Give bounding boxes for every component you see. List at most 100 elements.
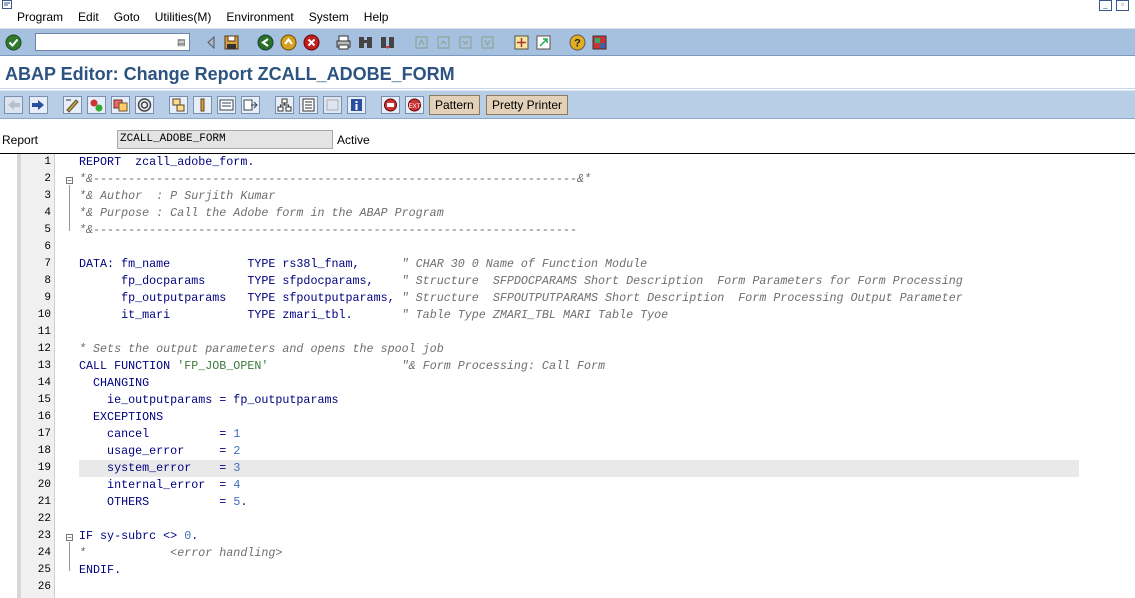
code-text[interactable]: DATA: fm_name TYPE rs38l_fnam, " CHAR 30… [79,256,1079,273]
check-syntax-icon[interactable] [111,96,130,114]
customize-layout-icon[interactable] [591,34,608,51]
code-text[interactable]: cancel = 1 [79,426,1079,443]
code-text[interactable] [79,324,1079,341]
display-change-icon[interactable] [63,96,82,114]
code-line[interactable]: 13 CALL FUNCTION 'FP_JOB_OPEN' "& Form Pr… [0,358,1135,375]
code-line[interactable]: 14 CHANGING [0,375,1135,392]
enter-check-icon[interactable] [5,34,22,51]
code-text[interactable]: *& Author : P Surjith Kumar [79,188,1079,205]
command-input[interactable] [36,34,177,50]
code-line[interactable]: 19 system_error = 3 [0,460,1135,477]
code-text[interactable]: ENDIF. [79,562,1079,579]
shortcut-icon[interactable] [535,34,552,51]
display-object-list-icon[interactable] [299,96,318,114]
code-line[interactable]: 1 REPORT zcall_adobe_form. [0,154,1135,171]
code-text[interactable]: it_mari TYPE zmari_tbl. " Table Type ZMA… [79,307,1079,324]
code-line[interactable]: 21 OTHERS = 5. [0,494,1135,511]
active-inactive-icon[interactable] [87,96,106,114]
code-line[interactable]: 8 fp_docparams TYPE sfpdocparams, " Stru… [0,273,1135,290]
code-line[interactable]: 18 usage_error = 2 [0,443,1135,460]
menu-edit[interactable]: Edit [78,10,99,24]
find-icon[interactable] [357,34,374,51]
save-icon[interactable] [223,34,240,51]
code-line[interactable]: 17 cancel = 1 [0,426,1135,443]
code-line[interactable]: 15 ie_outputparams = fp_outputparams [0,392,1135,409]
code-line[interactable]: 4 *& Purpose : Call the Adobe form in the… [0,205,1135,222]
restore-icon[interactable]: ▫ [1116,0,1129,11]
code-line[interactable]: 6 [0,239,1135,256]
command-field[interactable]: ▤ [35,33,190,51]
code-line[interactable]: 24 * <error handling> [0,545,1135,562]
menu-utilities[interactable]: Utilities(M) [155,10,212,24]
fold-toggle-icon[interactable]: − [66,534,73,542]
code-line[interactable]: 10 it_mari TYPE zmari_tbl. " Table Type … [0,307,1135,324]
set-breakpoint-icon[interactable] [381,96,400,114]
code-editor[interactable]: 1 REPORT zcall_adobe_form. 2 *&------------… [0,154,1135,598]
where-used-list-icon[interactable] [169,96,188,114]
code-text[interactable]: EXCEPTIONS [79,409,1079,426]
menu-goto[interactable]: Goto [114,10,140,24]
back-arrow-icon[interactable] [4,96,23,114]
navigation-window-icon[interactable] [217,96,236,114]
exit-icon[interactable] [280,34,297,51]
code-line[interactable]: 26 [0,579,1135,596]
enhance-icon[interactable] [241,96,260,114]
external-breakpoint-icon[interactable]: EXT [405,96,424,114]
code-line[interactable]: 16 EXCEPTIONS [0,409,1135,426]
info-icon[interactable] [347,96,366,114]
code-line[interactable]: 23 IF sy-subrc <> 0. [0,528,1135,545]
code-text[interactable]: CHANGING [79,375,1079,392]
code-text[interactable] [79,239,1079,256]
code-line[interactable]: 11 [0,324,1135,341]
code-text[interactable] [79,579,1079,596]
code-text[interactable] [79,511,1079,528]
fold-toggle-icon[interactable]: − [66,177,73,185]
code-line[interactable]: 3 *& Author : P Surjith Kumar [0,188,1135,205]
code-text[interactable]: REPORT zcall_adobe_form. [79,154,1079,171]
code-text[interactable]: *&--------------------------------------… [79,222,1079,239]
code-line[interactable]: 9 fp_outputparams TYPE sfpoutputparams, … [0,290,1135,307]
menu-program[interactable]: Program [17,10,63,24]
first-page-icon[interactable] [413,34,430,51]
menu-system[interactable]: System [309,10,349,24]
code-text[interactable]: IF sy-subrc <> 0. [79,528,1079,545]
sap-window-icon[interactable] [2,0,14,10]
previous-page-icon[interactable] [435,34,452,51]
help-icon[interactable]: ? [569,34,586,51]
code-line[interactable]: 22 [0,511,1135,528]
code-text[interactable]: *&--------------------------------------… [79,171,1079,188]
menu-help[interactable]: Help [364,10,389,24]
code-text[interactable]: system_error = 3 [79,460,1079,477]
create-session-icon[interactable] [513,34,530,51]
code-line[interactable]: 25 ENDIF. [0,562,1135,579]
back-arrow-small-icon[interactable] [203,34,220,51]
find-next-icon[interactable] [379,34,396,51]
activate-icon[interactable] [135,96,154,114]
pattern-button[interactable]: Pattern [429,95,480,115]
code-line[interactable]: 2 *&-------------------------------------… [0,171,1135,188]
code-text[interactable]: ie_outputparams = fp_outputparams [79,392,1079,409]
forward-arrow-icon[interactable] [29,96,48,114]
code-text[interactable]: CALL FUNCTION 'FP_JOB_OPEN' "& Form Proc… [79,358,1079,375]
code-line[interactable]: 12 * Sets the output parameters and opens… [0,341,1135,358]
code-text[interactable]: * <error handling> [79,545,1079,562]
code-line[interactable]: 20 internal_error = 4 [0,477,1135,494]
code-text[interactable]: fp_outputparams TYPE sfpoutputparams, " … [79,290,1079,307]
menu-environment[interactable]: Environment [226,10,293,24]
code-text[interactable]: * Sets the output parameters and opens t… [79,341,1079,358]
minimize-icon[interactable]: _ [1099,0,1112,11]
code-text[interactable]: internal_error = 4 [79,477,1079,494]
back-icon[interactable] [257,34,274,51]
code-text[interactable]: fp_docparams TYPE sfpdocparams, " Struct… [79,273,1079,290]
code-line[interactable]: 7 DATA: fm_name TYPE rs38l_fnam, " CHAR 3… [0,256,1135,273]
code-text[interactable]: usage_error = 2 [79,443,1079,460]
print-icon[interactable] [335,34,352,51]
code-line[interactable]: 5 *&-------------------------------------… [0,222,1135,239]
pretty-printer-button[interactable]: Pretty Printer [486,95,569,115]
command-history-icon[interactable]: ▤ [177,36,187,48]
last-page-icon[interactable] [479,34,496,51]
object-list-icon[interactable] [193,96,212,114]
code-text[interactable]: *& Purpose : Call the Adobe form in the … [79,205,1079,222]
code-text[interactable]: OTHERS = 5. [79,494,1079,511]
cancel-icon[interactable] [303,34,320,51]
